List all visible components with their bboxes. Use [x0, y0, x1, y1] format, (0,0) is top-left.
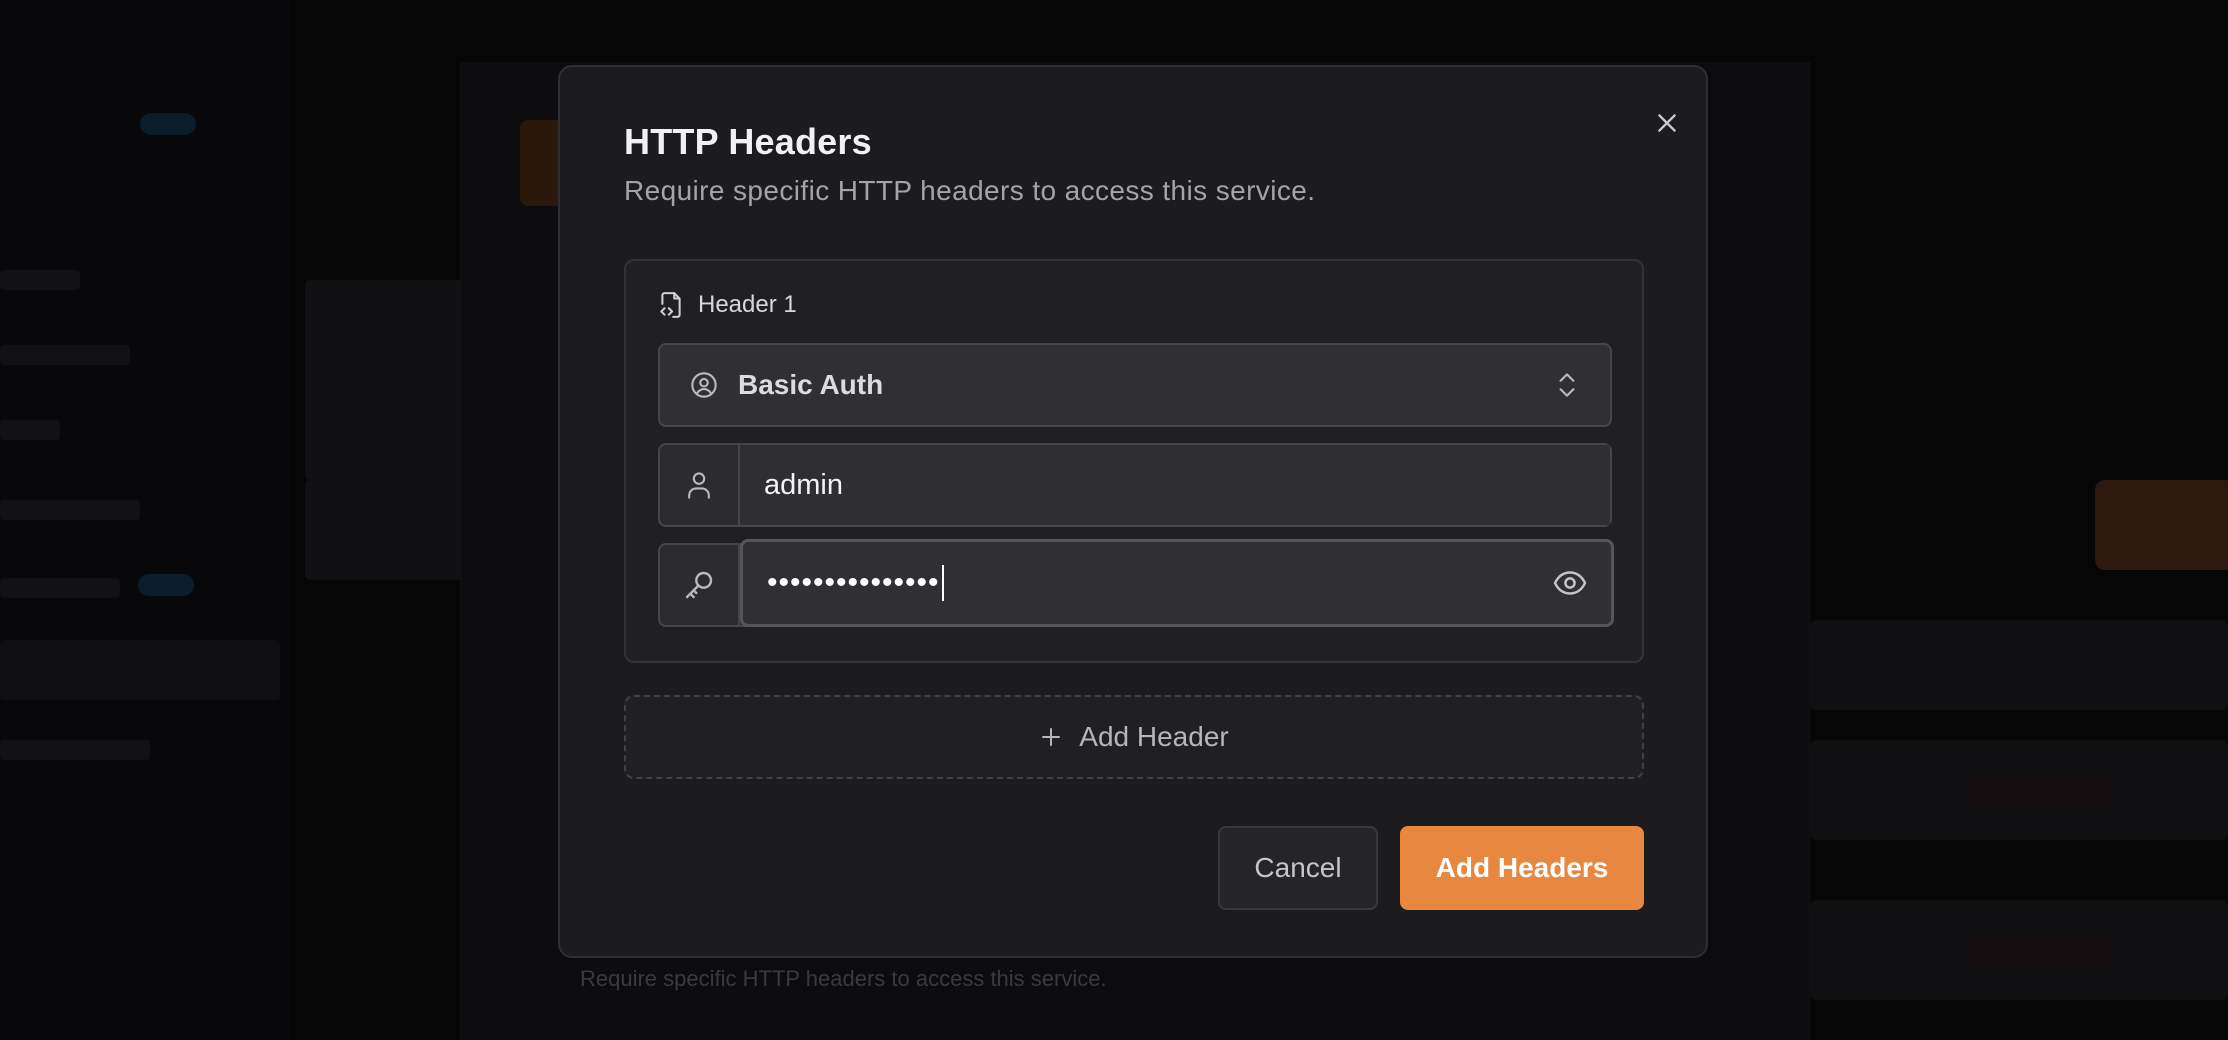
background-status-badge	[1970, 935, 2110, 965]
background-nav-item	[0, 420, 60, 440]
key-icon	[683, 569, 715, 601]
close-button[interactable]	[1646, 102, 1688, 144]
cancel-button[interactable]: Cancel	[1218, 826, 1378, 910]
background-badge	[140, 113, 196, 135]
auth-type-select[interactable]: Basic Auth	[658, 343, 1612, 427]
plus-icon	[1039, 725, 1063, 749]
background-description: Require specific HTTP headers to access …	[580, 966, 1107, 991]
background-nav-item	[0, 345, 130, 365]
add-headers-button[interactable]: Add Headers	[1400, 826, 1644, 910]
background-card	[305, 280, 465, 480]
background-accent-button	[2095, 480, 2228, 570]
username-field: admin	[658, 443, 1612, 527]
background-nav-item	[0, 500, 140, 520]
auth-type-value: Basic Auth	[738, 369, 884, 400]
password-field: •••••••••••••••	[658, 539, 1614, 627]
background-nav-item	[0, 740, 150, 760]
user-circle-icon	[690, 371, 718, 399]
http-headers-dialog: HTTP Headers Require specific HTTP heade…	[558, 65, 1708, 958]
add-header-button[interactable]: Add Header	[624, 695, 1644, 779]
eye-icon[interactable]	[1553, 569, 1587, 597]
add-header-label: Add Header	[1079, 721, 1229, 752]
username-input[interactable]: admin	[740, 445, 1610, 525]
text-caret	[941, 565, 944, 601]
close-icon	[1654, 110, 1680, 136]
password-addon	[660, 545, 740, 625]
header-card-label: Header 1	[698, 291, 797, 318]
password-input[interactable]: •••••••••••••••	[740, 539, 1614, 627]
background-card	[305, 480, 465, 580]
background-nav-item	[0, 578, 120, 598]
background-nav-item-active	[0, 640, 280, 700]
background-sidebar	[0, 0, 290, 1040]
chevrons-up-down-icon	[1554, 369, 1580, 401]
background-badge	[138, 574, 194, 596]
background-nav-item	[0, 270, 80, 290]
password-dots: •••••••••••••••	[767, 565, 1553, 601]
background-status-badge	[1970, 775, 2110, 805]
header-card-title: Header 1	[658, 291, 797, 319]
dialog-title: HTTP Headers	[624, 121, 872, 162]
user-icon	[685, 470, 713, 500]
password-masked-value: •••••••••••••••	[767, 566, 940, 599]
dialog-subtitle: Require specific HTTP headers to access …	[624, 175, 1316, 206]
file-code-icon	[658, 291, 684, 319]
username-addon	[660, 445, 740, 525]
background-row	[1810, 620, 2228, 710]
header-card: Header 1 Basic Auth admin ••••••••••••••…	[624, 259, 1644, 663]
